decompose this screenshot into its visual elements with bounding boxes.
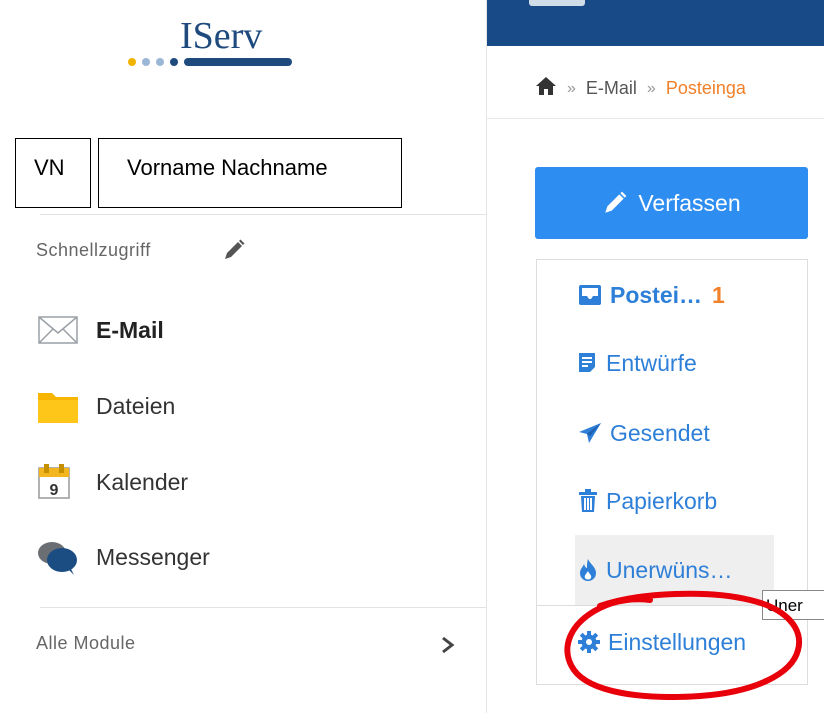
paper-plane-icon [579,423,601,443]
user-name-box[interactable]: Vorname Nachname [98,138,402,208]
flame-icon [580,559,596,581]
logo-dot [170,58,178,66]
logo-text: IServ [180,15,263,57]
pencil-icon[interactable] [222,238,246,262]
sidebar-item-calendar[interactable]: 9 Kalender [38,462,188,502]
top-header-bar [487,0,824,46]
folder-label: Postei… [610,281,703,308]
divider [40,214,487,215]
sidebar-item-email[interactable]: E-Mail [38,310,164,350]
logo-dot [142,58,150,66]
breadcrumb-separator: » [646,79,656,97]
divider [40,607,487,608]
breadcrumb-inbox[interactable]: Posteinga [666,78,746,99]
unread-count-badge: 1 [712,281,725,308]
logo-dot [128,58,136,66]
inbox-icon [579,285,601,305]
folder-spam[interactable]: Unerwüns… [578,553,733,587]
red-annotation-circle [564,590,803,700]
sidebar-item-label: Messenger [96,543,210,570]
folder-icon [38,388,80,424]
sidebar: IServ VN Vorname Nachname Schnellzugriff… [0,0,487,713]
folder-label: Unerwüns… [606,556,733,583]
all-modules-link[interactable]: Alle Module [36,633,136,654]
user-initials-box[interactable]: VN [15,138,91,208]
breadcrumb-email[interactable]: E-Mail [586,78,637,99]
drafts-icon [579,353,597,372]
envelope-icon [38,312,80,348]
trash-icon [579,489,597,512]
folder-inbox[interactable]: Postei… 1 [578,278,725,312]
folder-label: Entwürfe [606,349,697,376]
sidebar-item-messenger[interactable]: Messenger [38,537,210,577]
folder-trash[interactable]: Papierkorb [578,484,717,518]
compose-button[interactable]: Verfassen [535,167,808,239]
breadcrumb: » E-Mail » Posteinga [535,76,746,101]
pencil-icon [605,191,627,213]
divider [487,118,824,119]
compose-label: Verfassen [638,189,741,216]
chevron-right-icon[interactable] [440,636,456,654]
logo-underline [184,58,292,66]
iserv-logo[interactable]: IServ [128,14,298,74]
breadcrumb-separator: » [567,79,576,97]
sidebar-item-label: Kalender [96,468,189,495]
header-fragment [529,0,585,6]
home-icon[interactable] [535,76,557,101]
sidebar-item-label: Dateien [96,392,176,419]
calendar-day: 9 [50,482,59,499]
sidebar-border [486,0,487,713]
folder-label: Gesendet [610,419,710,446]
logo-dot [156,58,164,66]
folder-label: Papierkorb [606,487,718,514]
chat-bubbles-icon [38,539,80,575]
quick-access-label: Schnellzugriff [36,240,151,260]
folder-drafts[interactable]: Entwürfe [578,346,697,380]
sidebar-item-files[interactable]: Dateien [38,386,175,426]
sidebar-item-label: E-Mail [96,316,164,343]
calendar-icon: 9 [38,464,80,500]
folder-sent[interactable]: Gesendet [578,416,710,450]
